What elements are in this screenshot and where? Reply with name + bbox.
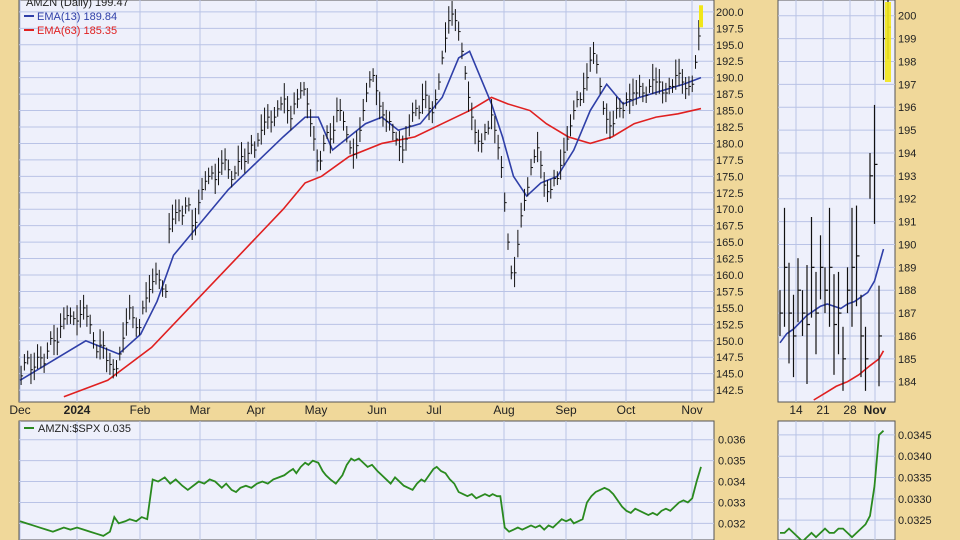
x-tick-label: 2024 bbox=[64, 403, 91, 417]
ratio-y-tick-label: 0.033 bbox=[718, 497, 746, 509]
zoom-ratio-y-tick-label: 0.0330 bbox=[898, 494, 932, 506]
y-tick-label: 167.5 bbox=[716, 221, 744, 233]
zoom-ratio-y-tick-label: 0.0345 bbox=[898, 430, 932, 442]
x-tick-label: Jun bbox=[367, 403, 386, 417]
zoom-y-tick-label: 194 bbox=[898, 148, 916, 160]
zoom-y-tick-label: 193 bbox=[898, 171, 916, 183]
main-price-panel: 200.0 197.5 195.0 192.5 190.0 187.5 185.0 182.5… bbox=[9, 0, 744, 417]
zoom-y-tick-label: 191 bbox=[898, 217, 916, 229]
y-tick-label: 142.5 bbox=[716, 385, 744, 397]
x-tick-label: Dec bbox=[9, 403, 30, 417]
zoom-y-tick-label: 190 bbox=[898, 239, 916, 251]
ratio-y-tick-label: 0.032 bbox=[718, 518, 746, 530]
zoom-x-tick-label: 21 bbox=[816, 403, 830, 417]
zoom-y-tick-label: 192 bbox=[898, 194, 916, 206]
x-tick-label: Apr bbox=[247, 403, 266, 417]
zoom-y-tick-label: 186 bbox=[898, 331, 916, 343]
zoom-y-tick-label: 185 bbox=[898, 354, 916, 366]
zoom-y-tick-label: 195 bbox=[898, 125, 916, 137]
y-tick-label: 147.5 bbox=[716, 352, 744, 364]
ema63-legend-label: EMA(63) 185.35 bbox=[37, 25, 117, 37]
y-tick-label: 145.0 bbox=[716, 369, 744, 381]
legend: AMZN (Daily) 199.47 EMA(13) 189.84 EMA(6… bbox=[24, 0, 129, 37]
x-tick-label: Oct bbox=[617, 403, 636, 417]
zoom-y-tick-label: 188 bbox=[898, 285, 916, 297]
y-tick-label: 177.5 bbox=[716, 155, 744, 167]
ratio-y-tick-label: 0.035 bbox=[718, 456, 746, 468]
x-tick-label: Sep bbox=[555, 403, 577, 417]
zoom-last-bar-highlight bbox=[885, 2, 891, 82]
y-tick-label: 187.5 bbox=[716, 89, 744, 101]
y-tick-label: 185.0 bbox=[716, 106, 744, 118]
y-tick-label: 165.0 bbox=[716, 237, 744, 249]
ratio-y-tick-label: 0.036 bbox=[718, 435, 746, 447]
main-ratio-panel: 0.036 0.035 0.034 0.033 0.032 AMZN:$SPX 0.03… bbox=[18, 420, 746, 540]
y-tick-label: 172.5 bbox=[716, 188, 744, 200]
zoom-x-tick-label: 28 bbox=[843, 403, 857, 417]
x-tick-label: May bbox=[305, 403, 328, 417]
ema13-legend-label: EMA(13) 189.84 bbox=[37, 11, 117, 23]
y-tick-label: 152.5 bbox=[716, 319, 744, 331]
zoom-y-tick-label: 200 bbox=[898, 11, 916, 23]
last-bar-highlight bbox=[699, 5, 703, 28]
zoom-y-tick-label: 197 bbox=[898, 79, 916, 91]
zoom-ratio-y-tick-label: 0.0340 bbox=[898, 451, 932, 463]
y-tick-label: 200.0 bbox=[716, 7, 744, 19]
legend-ticker: AMZN (Daily) 199.47 bbox=[26, 0, 129, 9]
y-tick-label: 190.0 bbox=[716, 73, 744, 85]
y-tick-label: 195.0 bbox=[716, 40, 744, 52]
x-tick-label: Feb bbox=[130, 403, 151, 417]
y-tick-label: 197.5 bbox=[716, 23, 744, 35]
x-tick-label: Nov bbox=[681, 403, 702, 417]
zoom-y-tick-label: 189 bbox=[898, 262, 916, 274]
zoom-y-tick-label: 196 bbox=[898, 102, 916, 114]
zoom-y-tick-label: 198 bbox=[898, 56, 916, 68]
y-tick-label: 157.5 bbox=[716, 286, 744, 298]
zoom-ratio-panel: 0.0345 0.0340 0.0335 0.0330 0.0325 bbox=[777, 420, 932, 540]
zoom-x-tick-label: 14 bbox=[789, 403, 803, 417]
zoom-ratio-y-tick-label: 0.0335 bbox=[898, 473, 932, 485]
y-tick-label: 192.5 bbox=[716, 56, 744, 68]
zoom-y-tick-label: 184 bbox=[898, 377, 916, 389]
y-tick-label: 162.5 bbox=[716, 254, 744, 266]
zoom-x-tick-label: Nov bbox=[864, 403, 887, 417]
y-tick-label: 180.0 bbox=[716, 138, 744, 150]
zoom-y-tick-label: 199 bbox=[898, 34, 916, 46]
y-tick-label: 150.0 bbox=[716, 336, 744, 348]
zoom-ratio-y-tick-label: 0.0325 bbox=[898, 515, 932, 527]
y-tick-label: 170.0 bbox=[716, 204, 744, 216]
x-tick-label: Aug bbox=[493, 403, 514, 417]
price-legend-label: AMZN (Daily) 199.47 bbox=[26, 0, 129, 9]
x-tick-label: Mar bbox=[190, 403, 211, 417]
y-tick-label: 175.0 bbox=[716, 171, 744, 183]
x-tick-label: Jul bbox=[426, 403, 441, 417]
ratio-legend-label: AMZN:$SPX 0.035 bbox=[38, 423, 131, 435]
y-tick-label: 160.0 bbox=[716, 270, 744, 282]
ratio-y-tick-label: 0.034 bbox=[718, 477, 746, 489]
stock-chart: 200.0 197.5 195.0 192.5 190.0 187.5 185.0 182.5… bbox=[0, 0, 960, 540]
y-tick-label: 155.0 bbox=[716, 303, 744, 315]
zoom-y-tick-label: 187 bbox=[898, 308, 916, 320]
y-tick-label: 182.5 bbox=[716, 122, 744, 134]
